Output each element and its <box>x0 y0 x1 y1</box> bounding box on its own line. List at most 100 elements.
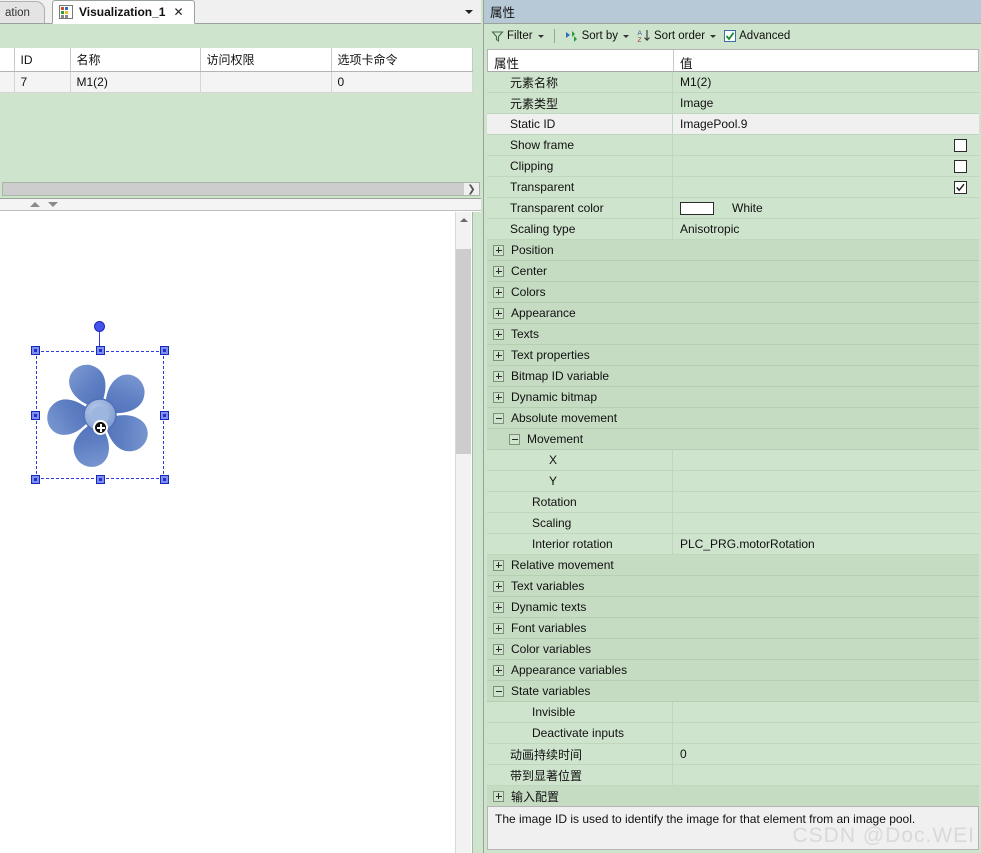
property-value-cell[interactable]: White <box>673 198 979 218</box>
expand-expander-icon[interactable] <box>493 391 504 403</box>
column-header-command[interactable]: 选项卡命令 <box>331 48 473 72</box>
expand-expander-icon[interactable] <box>493 664 504 676</box>
resize-handle-nw[interactable] <box>31 346 40 355</box>
property-value-cell[interactable] <box>673 723 979 743</box>
property-row[interactable]: Show frame <box>487 135 979 156</box>
property-category-row[interactable]: State variables <box>487 681 979 702</box>
property-category-row[interactable]: Bitmap ID variable <box>487 366 979 387</box>
expand-expander-icon[interactable] <box>493 580 504 592</box>
resize-handle-se[interactable] <box>160 475 169 484</box>
expand-expander-icon[interactable] <box>493 622 504 634</box>
property-category-row[interactable]: Movement <box>487 429 979 450</box>
canvas-vertical-scrollbar[interactable] <box>455 212 471 853</box>
property-category-row[interactable]: Texts <box>487 324 979 345</box>
property-category-row[interactable]: Appearance variables <box>487 660 979 681</box>
property-value-cell[interactable]: ImagePool.9 <box>673 114 979 134</box>
property-value-cell[interactable] <box>673 492 979 512</box>
resize-handle-w[interactable] <box>31 410 40 420</box>
advanced-toggle[interactable]: Advanced <box>722 29 792 43</box>
property-value-cell[interactable] <box>673 471 979 491</box>
property-value-cell[interactable] <box>673 765 979 785</box>
property-checkbox[interactable] <box>954 138 967 152</box>
property-category-row[interactable]: Text variables <box>487 576 979 597</box>
property-value-cell[interactable]: Anisotropic <box>673 219 979 239</box>
elements-table-horizontal-scrollbar[interactable]: ❯ <box>2 182 480 196</box>
canvas-surface[interactable] <box>0 212 455 853</box>
property-value-cell[interactable]: PLC_PRG.motorRotation <box>673 534 979 554</box>
chevron-down-icon[interactable] <box>710 34 717 38</box>
property-row[interactable]: Y <box>487 471 979 492</box>
expand-expander-icon[interactable] <box>493 307 504 319</box>
row-selector-cell[interactable] <box>0 71 15 93</box>
property-value-cell[interactable]: 0 <box>673 744 979 764</box>
chevron-down-icon[interactable] <box>623 34 629 38</box>
scrollbar-thumb[interactable] <box>456 249 471 454</box>
scroll-up-icon[interactable] <box>456 212 471 228</box>
property-category-row[interactable]: Appearance <box>487 303 979 324</box>
property-row[interactable]: 带到显著位置 <box>487 765 979 786</box>
rotation-handle[interactable] <box>94 321 105 332</box>
collapse-down-icon[interactable] <box>48 202 58 207</box>
column-header-property[interactable]: 属性 <box>488 50 674 71</box>
property-category-row[interactable]: Color variables <box>487 639 979 660</box>
sort-by-button[interactable]: Sort by <box>563 29 631 44</box>
resize-handle-e[interactable] <box>160 410 169 420</box>
expand-expander-icon[interactable] <box>493 643 504 655</box>
close-icon[interactable]: ✕ <box>171 5 185 19</box>
column-header-access[interactable]: 访问权限 <box>200 48 332 72</box>
property-category-row[interactable]: Absolute movement <box>487 408 979 429</box>
property-category-row[interactable]: 输入配置 <box>487 786 979 807</box>
property-row[interactable]: 动画持续时间 0 <box>487 744 979 765</box>
scroll-right-icon[interactable]: ❯ <box>464 183 479 195</box>
property-category-row[interactable]: Center <box>487 261 979 282</box>
property-row[interactable]: Static ID ImagePool.9 <box>487 114 979 135</box>
property-checkbox[interactable] <box>954 180 967 194</box>
collapse-expander-icon[interactable] <box>493 685 504 697</box>
property-category-row[interactable]: Font variables <box>487 618 979 639</box>
advanced-checkbox[interactable] <box>724 30 737 42</box>
resize-handle-s[interactable] <box>95 475 105 484</box>
collapse-up-icon[interactable] <box>30 202 40 207</box>
resize-handle-n[interactable] <box>95 346 105 355</box>
property-value-cell[interactable] <box>673 135 979 155</box>
pane-splitter[interactable] <box>0 199 483 211</box>
property-row[interactable]: Scaling <box>487 513 979 534</box>
column-header-id[interactable]: ID <box>14 48 71 72</box>
expand-expander-icon[interactable] <box>493 349 504 361</box>
property-category-row[interactable]: Dynamic bitmap <box>487 387 979 408</box>
property-category-row[interactable]: Relative movement <box>487 555 979 576</box>
expand-expander-icon[interactable] <box>493 265 504 277</box>
expand-expander-icon[interactable] <box>493 370 504 382</box>
property-row[interactable]: Transparent <box>487 177 979 198</box>
property-row[interactable]: Rotation <box>487 492 979 513</box>
property-value-cell[interactable] <box>673 450 979 470</box>
visualization-canvas[interactable] <box>0 212 483 853</box>
property-value-cell[interactable] <box>673 702 979 722</box>
property-category-row[interactable]: Dynamic texts <box>487 597 979 618</box>
expand-expander-icon[interactable] <box>493 328 504 340</box>
property-row[interactable]: Clipping <box>487 156 979 177</box>
selection-box[interactable] <box>31 321 169 484</box>
fan-impeller-image[interactable] <box>44 359 156 471</box>
filter-button[interactable]: Filter <box>489 29 546 44</box>
chevron-down-icon[interactable] <box>537 34 544 38</box>
center-point-marker[interactable] <box>93 420 108 435</box>
property-value-cell[interactable]: Image <box>673 93 979 113</box>
property-value-cell[interactable] <box>673 156 979 176</box>
expand-expander-icon[interactable] <box>493 601 504 613</box>
property-row[interactable]: X <box>487 450 979 471</box>
collapse-expander-icon[interactable] <box>509 433 520 445</box>
property-category-row[interactable]: Colors <box>487 282 979 303</box>
property-row[interactable]: Interior rotation PLC_PRG.motorRotation <box>487 534 979 555</box>
resize-handle-ne[interactable] <box>160 346 169 355</box>
sort-order-button[interactable]: A Z Sort order <box>635 28 718 44</box>
property-checkbox[interactable] <box>954 159 967 173</box>
property-value-cell[interactable] <box>673 177 979 197</box>
color-swatch[interactable] <box>680 201 714 215</box>
column-header-value[interactable]: 值 <box>674 50 978 71</box>
expand-expander-icon[interactable] <box>493 286 504 298</box>
table-row[interactable]: 7 M1(2) 0 <box>0 71 473 93</box>
expand-expander-icon[interactable] <box>493 559 504 571</box>
collapse-expander-icon[interactable] <box>493 412 504 424</box>
tab-visualization-1[interactable]: Visualization_1 ✕ <box>52 0 195 24</box>
